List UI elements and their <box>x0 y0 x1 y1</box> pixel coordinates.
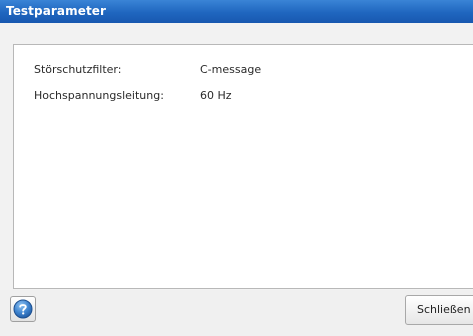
parameter-value-noise-filter: C-message <box>200 63 262 76</box>
help-button[interactable] <box>10 296 36 322</box>
dialog-titlebar: Testparameter <box>0 0 473 23</box>
test-parameters-dialog: Testparameter Störschutzfilter: C-messag… <box>0 0 473 336</box>
dialog-footer: Schließen <box>0 290 473 336</box>
parameter-label-power-line: Hochspannungsleitung: <box>34 89 164 102</box>
dialog-title: Testparameter <box>6 4 107 18</box>
parameters-panel: Störschutzfilter: C-message Hochspannung… <box>13 44 473 289</box>
parameter-label-noise-filter: Störschutzfilter: <box>34 63 122 76</box>
question-mark-icon <box>13 299 33 319</box>
close-button[interactable]: Schließen <box>405 295 473 325</box>
parameter-value-power-line: 60 Hz <box>200 89 232 102</box>
